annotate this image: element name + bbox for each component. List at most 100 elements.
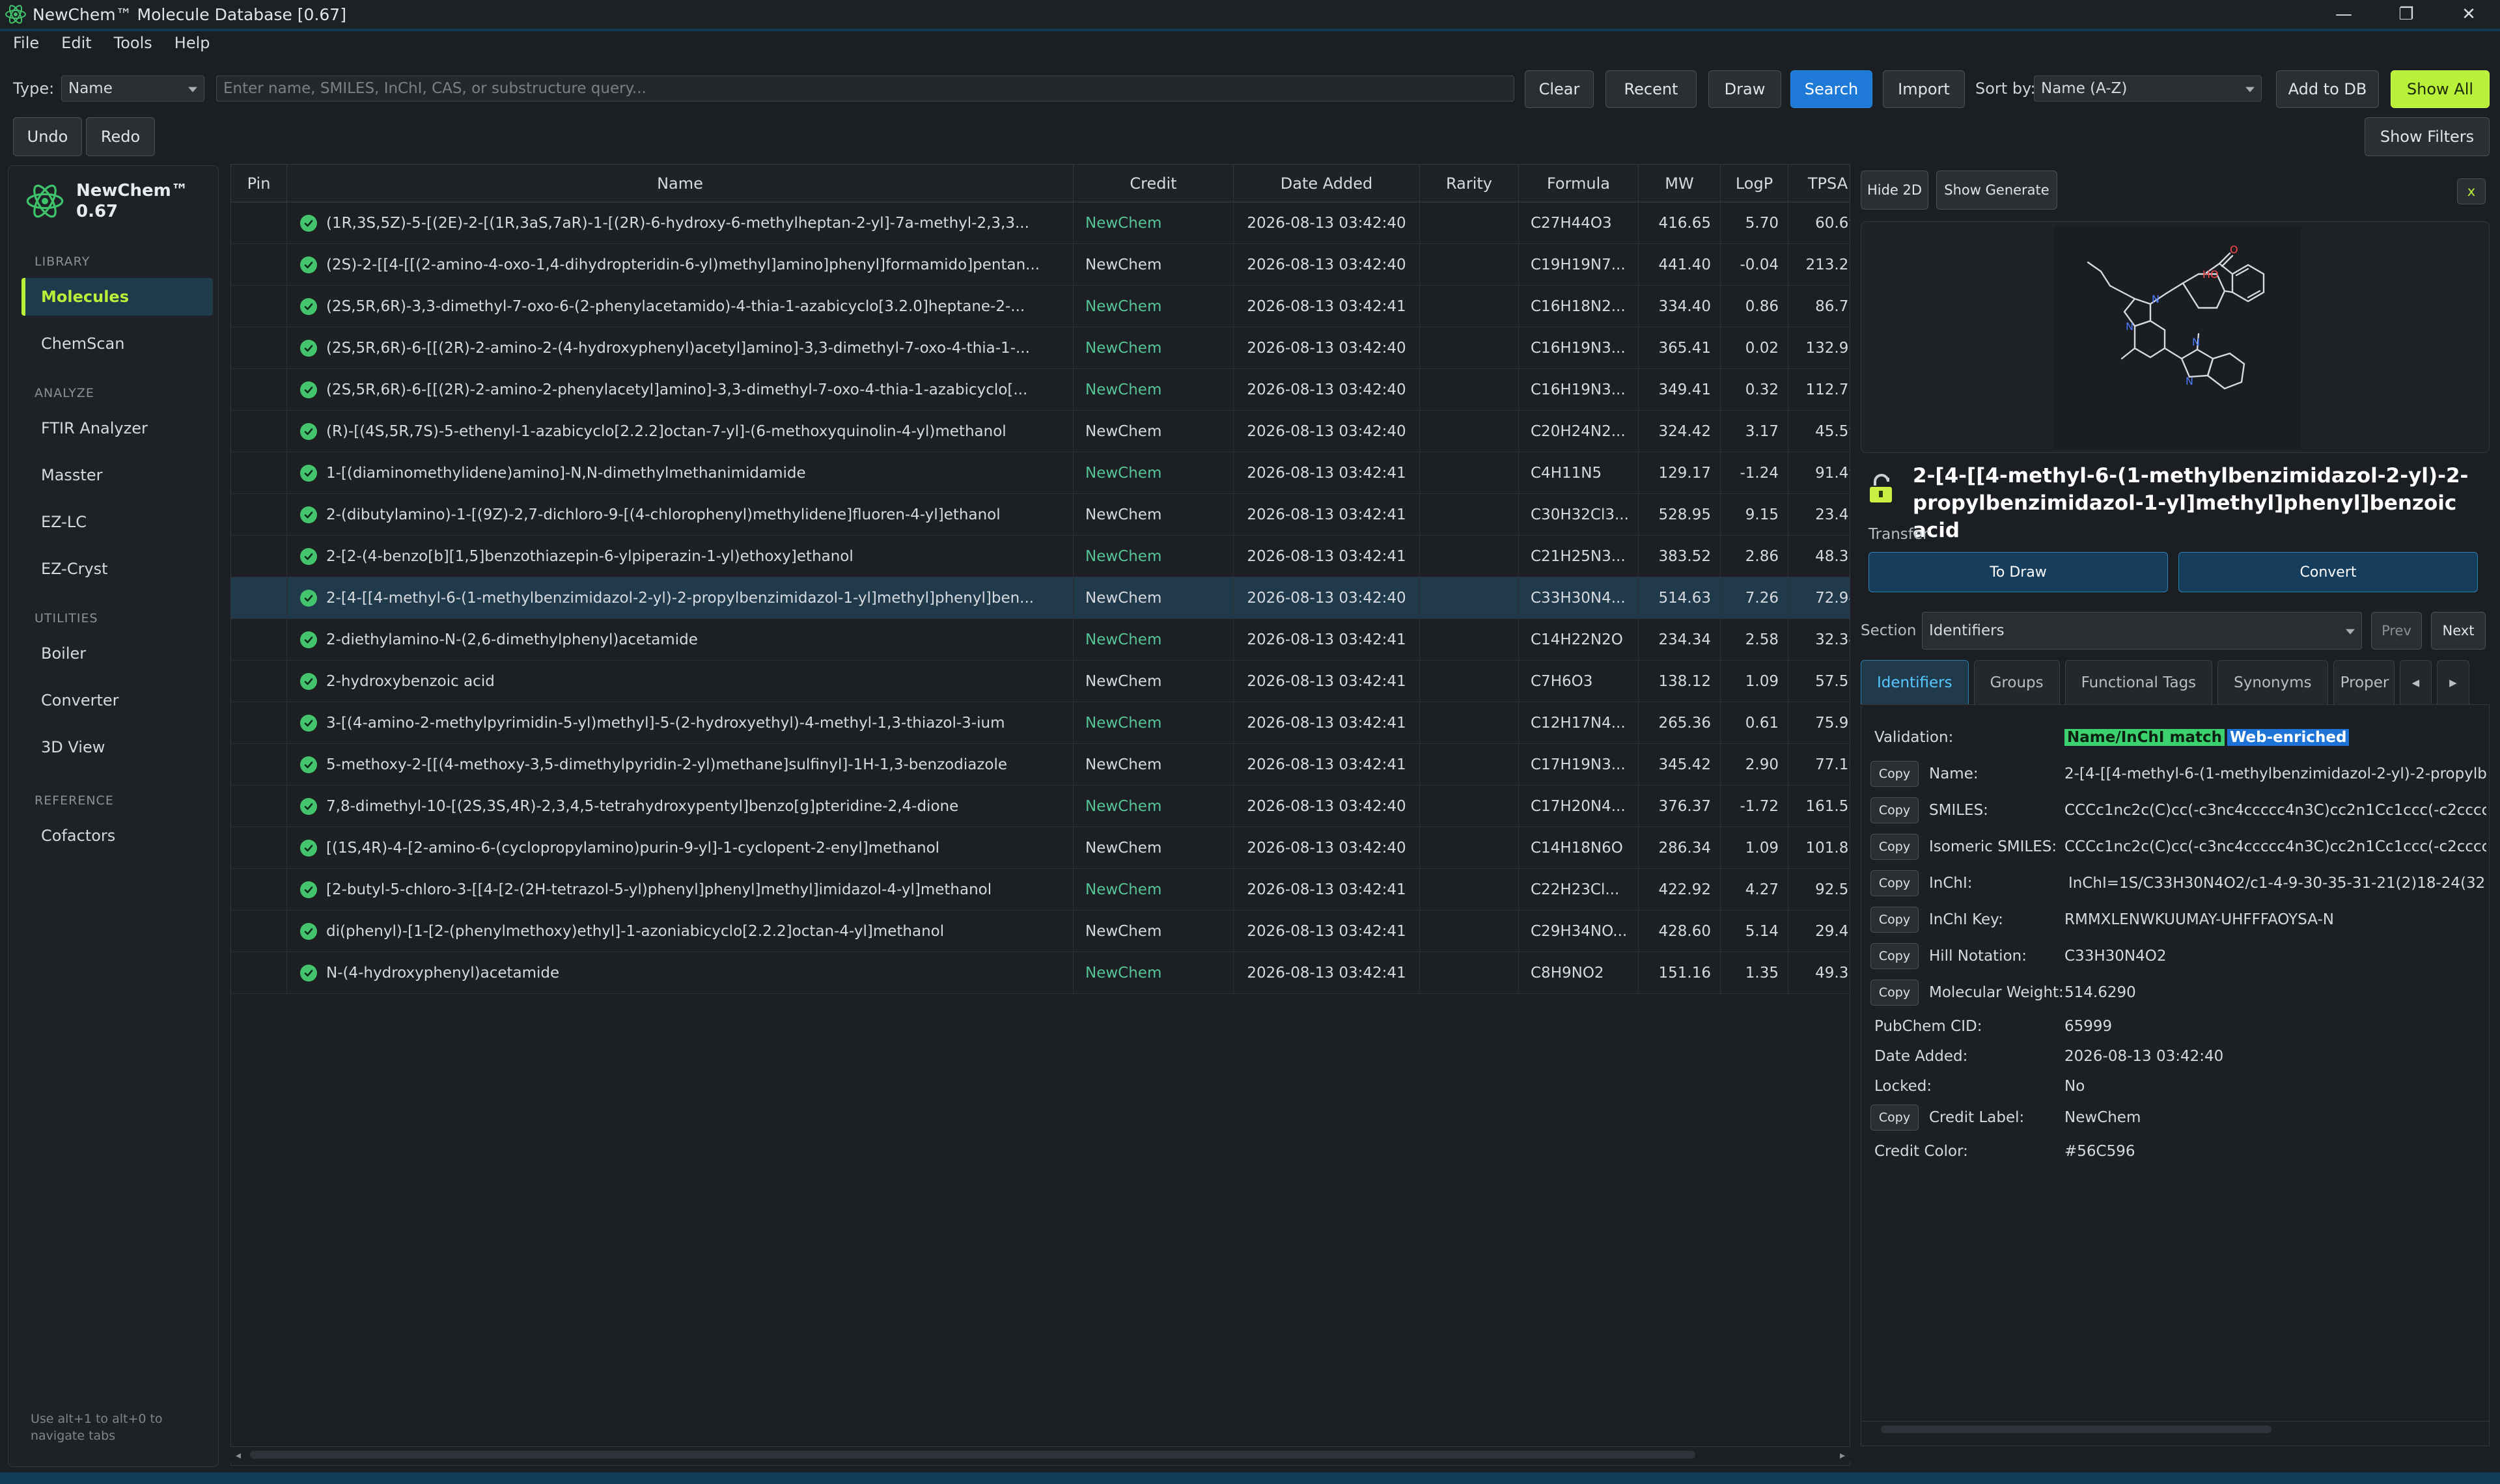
table-row[interactable]: (2S)-2-[[4-[[(2-amino-4-oxo-1,4-dihydrop… (231, 244, 1850, 286)
sidebar-item-chemscan[interactable]: ChemScan (21, 325, 213, 363)
tab-scroll-left-icon[interactable]: ◂ (2399, 660, 2432, 706)
col-header-logp[interactable]: LogP (1721, 165, 1788, 202)
clear-button[interactable]: Clear (1525, 70, 1594, 108)
tab-scroll-right-icon[interactable]: ▸ (2437, 660, 2469, 706)
table-row[interactable]: 7,8-dimethyl-10-[(2S,3S,4R)-2,3,4,5-tetr… (231, 786, 1850, 827)
table-row[interactable]: (2S,5R,6R)-3,3-dimethyl-7-oxo-6-(2-pheny… (231, 286, 1850, 327)
section-select[interactable]: Identifiers (1922, 612, 2362, 650)
cell-logp: 5.70 (1721, 202, 1788, 244)
col-header-rarity[interactable]: Rarity (1420, 165, 1519, 202)
table-row[interactable]: 5-methoxy-2-[[(4-methoxy-3,5-dimethylpyr… (231, 744, 1850, 786)
col-header-formula[interactable]: Formula (1519, 165, 1639, 202)
table-row[interactable]: 1-[(diaminomethylidene)amino]-N,N-dimeth… (231, 452, 1850, 494)
table-row[interactable]: (1R,3S,5Z)-5-[(2E)-2-[(1R,3aS,7aR)-1-[(2… (231, 202, 1850, 244)
detail-scroll-thumb[interactable] (1881, 1425, 2271, 1433)
tab-synonyms[interactable]: Synonyms (2217, 660, 2328, 706)
copy-hill-button[interactable]: Copy (1870, 943, 1919, 969)
undo-button[interactable]: Undo (13, 117, 82, 156)
cell-credit: NewChem (1074, 786, 1234, 827)
import-button[interactable]: Import (1883, 70, 1965, 108)
copy-smiles-button[interactable]: Copy (1870, 797, 1919, 823)
molecule-name: [(1S,4R)-4-[2-amino-6-(cyclopropylamino)… (326, 840, 940, 857)
detail-horizontal-scrollbar[interactable] (1861, 1421, 2489, 1436)
sidebar-item-cofactors[interactable]: Cofactors (21, 817, 213, 855)
unlocked-padlock-icon[interactable] (1866, 473, 1904, 505)
hide-2d-button[interactable]: Hide 2D (1861, 171, 1928, 210)
copy-inchi-button[interactable]: Copy (1870, 870, 1919, 896)
table-row[interactable]: (2S,5R,6R)-6-[[(2R)-2-amino-2-phenylacet… (231, 369, 1850, 411)
sidebar-item-converter[interactable]: Converter (21, 681, 213, 719)
copy-name-button[interactable]: Copy (1870, 761, 1919, 787)
search-input[interactable] (216, 76, 1514, 102)
sort-select[interactable]: Name (A-Z) (2034, 76, 2262, 102)
search-button[interactable]: Search (1790, 70, 1872, 108)
col-header-name[interactable]: Name (287, 165, 1074, 202)
sidebar-item-boiler[interactable]: Boiler (21, 635, 213, 672)
col-header-mw[interactable]: MW (1639, 165, 1721, 202)
scroll-thumb[interactable] (250, 1451, 1695, 1459)
tab-identifiers[interactable]: Identifiers (1861, 660, 1969, 706)
add-to-db-button[interactable]: Add to DB (2276, 70, 2379, 108)
col-header-credit[interactable]: Credit (1074, 165, 1234, 202)
table-row[interactable]: [(1S,4R)-4-[2-amino-6-(cyclopropylamino)… (231, 827, 1850, 869)
restore-icon[interactable]: ❐ (2375, 0, 2438, 29)
recent-button[interactable]: Recent (1605, 70, 1697, 108)
prev-button[interactable]: Prev (2371, 612, 2422, 650)
to-draw-button[interactable]: To Draw (1868, 552, 2168, 592)
cell-name: 1-[(diaminomethylidene)amino]-N,N-dimeth… (287, 452, 1074, 494)
draw-button[interactable]: Draw (1708, 70, 1781, 108)
cell-logp: 0.61 (1721, 702, 1788, 744)
molecule-title: 2-[4-[[4-methyl-6-(1-methylbenzimidazol-… (1913, 464, 2469, 542)
table-row[interactable]: 2-diethylamino-N-(2,6-dimethylphenyl)ace… (231, 619, 1850, 661)
convert-button[interactable]: Convert (2178, 552, 2478, 592)
cell-formula: C8H9NO2 (1519, 952, 1639, 994)
copy-mw-button[interactable]: Copy (1870, 980, 1919, 1006)
menu-help[interactable]: Help (174, 34, 210, 52)
col-header-tpsa[interactable]: TPSA (1788, 165, 1850, 202)
tab-functional-tags[interactable]: Functional Tags (2064, 660, 2213, 706)
table-row[interactable]: (R)-[(4S,5R,7S)-5-ethenyl-1-azabicyclo[2… (231, 411, 1850, 452)
minimize-icon[interactable]: — (2312, 0, 2375, 29)
table-row[interactable]: 2-(dibutylamino)-1-[(9Z)-2,7-dichloro-9-… (231, 494, 1850, 536)
copy-inchikey-button[interactable]: Copy (1870, 907, 1919, 933)
show-generate-button[interactable]: Show Generate (1936, 171, 2057, 210)
tab-groups[interactable]: Groups (1973, 660, 2060, 706)
cell-date-added: 2026-08-13 03:42:41 (1234, 702, 1420, 744)
table-row[interactable]: 3-[(4-amino-2-methylpyrimidin-5-yl)methy… (231, 702, 1850, 744)
col-header-date-added[interactable]: Date Added (1234, 165, 1420, 202)
table-row[interactable]: 2-[4-[[4-methyl-6-(1-methylbenzimidazol-… (231, 577, 1850, 619)
table-row[interactable]: N-(4-hydroxyphenyl)acetamide NewChem 2026-… (231, 952, 1850, 994)
horizontal-scrollbar[interactable]: ◂ ▸ (230, 1446, 1850, 1462)
show-filters-button[interactable]: Show Filters (2365, 117, 2490, 156)
show-all-button[interactable]: Show All (2391, 70, 2490, 108)
table-row[interactable]: di(phenyl)-[1-[2-(phenylmethoxy)ethyl]-1… (231, 911, 1850, 952)
redo-button[interactable]: Redo (86, 117, 155, 156)
cell-rarity (1420, 702, 1519, 744)
menu-file[interactable]: File (13, 34, 39, 52)
table-row[interactable]: [2-butyl-5-chloro-3-[[4-[2-(2H-tetrazol-… (231, 869, 1850, 911)
detail-row-validation: Validation: Name/InChI match Web-enriched (1861, 719, 2486, 756)
sidebar-item-ezcryst[interactable]: EZ-Cryst (21, 550, 213, 588)
sidebar-item-masster[interactable]: Masster (21, 456, 213, 494)
copy-isomeric-smiles-button[interactable]: Copy (1870, 834, 1919, 860)
type-select[interactable]: Name (61, 76, 204, 102)
cell-rarity (1420, 411, 1519, 452)
col-header-pin[interactable]: Pin (231, 165, 287, 202)
close-window-icon[interactable]: ✕ (2438, 0, 2500, 29)
table-row[interactable]: 2-hydroxybenzoic acid NewChem 2026-08-13 0… (231, 661, 1850, 702)
close-detail-button[interactable]: x (2457, 178, 2486, 204)
scroll-left-icon[interactable]: ◂ (230, 1447, 246, 1463)
sidebar-item-ftir[interactable]: FTIR Analyzer (21, 409, 213, 447)
menu-tools[interactable]: Tools (114, 34, 152, 52)
copy-credit-label-button[interactable]: Copy (1870, 1105, 1919, 1131)
table-row[interactable]: 2-[2-(4-benzo[b][1,5]benzothiazepin-6-yl… (231, 536, 1850, 577)
next-button[interactable]: Next (2431, 612, 2486, 650)
molecule-structure-drawing: HO O N N N N (2054, 226, 2301, 450)
sidebar-item-3d-view[interactable]: 3D View (21, 728, 213, 766)
table-row[interactable]: (2S,5R,6R)-6-[[(2R)-2-amino-2-(4-hydroxy… (231, 327, 1850, 369)
scroll-right-icon[interactable]: ▸ (1835, 1447, 1850, 1463)
sidebar-item-molecules[interactable]: Molecules (21, 278, 213, 316)
tab-properties[interactable]: Proper (2333, 660, 2395, 706)
sidebar-item-ezlc[interactable]: EZ-LC (21, 503, 213, 541)
menu-edit[interactable]: Edit (61, 34, 91, 52)
